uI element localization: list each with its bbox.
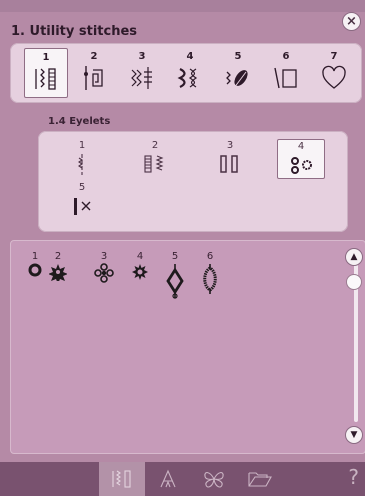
subcategory-item-2[interactable]: 2 [131,139,179,179]
category-number: 1 [42,52,50,63]
category-number: 7 [330,51,338,62]
close-button[interactable]: × [342,12,361,31]
help-button[interactable]: ? [348,467,359,487]
buttonhole-stitch-icon [274,67,297,89]
folder-icon [248,472,272,487]
subcategory-item-1[interactable]: 1 [58,139,106,179]
zigzag-stitch-icon [144,155,164,173]
arrow-up-icon: ▲ [350,251,358,262]
bottom-toolbar: ? [0,462,365,496]
sun-eyelet-icon [132,264,148,280]
stretch-stitch-icon [84,66,103,90]
tab-stitch-menu[interactable] [99,462,145,496]
stitch-6[interactable]: 6 [199,251,221,295]
tab-font-menu[interactable] [145,462,191,496]
stitch-number: 3 [100,251,108,262]
subcategory-panel: 1 2 3 4 5 [38,131,348,232]
stitch-number: 5 [171,251,179,262]
category-5[interactable]: 5 [216,48,260,98]
category-number: 5 [234,51,242,62]
category-2[interactable]: 2 [72,48,116,98]
stitch-number: 4 [136,251,144,262]
category-1[interactable]: 1 [24,48,68,98]
category-number: 3 [138,51,146,62]
bar-stitch-icon [220,155,238,173]
stitch-5[interactable]: 5 [164,251,186,299]
stitch-number: 6 [206,251,214,262]
subcategory-number: 2 [151,140,159,151]
bartack-stitch-icon [74,198,91,215]
subcategory-item-5[interactable]: 5 [58,181,106,221]
subcategory-number: 4 [297,141,305,152]
stitch-2[interactable]: 2 [47,251,69,281]
stitch-4[interactable]: 4 [129,251,151,281]
category-6[interactable]: 6 [264,48,308,98]
scrollbar-thumb[interactable] [346,274,362,290]
heart-stitch-icon [322,65,346,89]
subcategory-number: 3 [226,140,234,151]
subcategory-number: 5 [78,182,86,193]
category-3[interactable]: 3 [120,48,164,98]
satin-stitch-icon [177,68,198,88]
round-eyelet-icon [28,263,42,277]
stitch-3[interactable]: 3 [93,251,115,283]
stitch-number: 1 [31,251,39,262]
subcategory-number: 1 [78,140,86,151]
embroidery-menu-icon [204,472,224,488]
category-number: 6 [282,51,290,62]
category-4[interactable]: 4 [168,48,212,98]
eyelet-stitch-icon [291,157,312,174]
font-menu-icon [160,469,176,488]
subcategory-item-4[interactable]: 4 [277,139,325,179]
decorative-stitch-icon [226,70,248,89]
subcategory-item-3[interactable]: 3 [206,139,254,179]
flower-eyelet-icon [94,263,114,283]
straight-stitch-icon [78,154,83,175]
tab-embroidery-menu[interactable] [191,462,237,496]
subcategory-title: 1.4 Eyelets [48,116,111,127]
category-title: 1. Utility stitches [11,24,138,39]
category-bar: 1 2 3 4 5 6 7 [10,43,362,103]
category-7[interactable]: 7 [312,48,356,98]
stitch-menu-icon [112,470,131,488]
utility-stitch-icon [35,68,56,90]
stitch-1[interactable]: 1 [24,251,46,277]
help-icon: ? [348,465,359,489]
teardrop-eyelet-icon [166,264,184,299]
category-number: 4 [186,51,194,62]
category-number: 2 [90,51,98,62]
top-bar [0,0,365,12]
stitch-number: 2 [54,251,62,262]
close-icon: × [346,14,357,29]
scroll-up-button[interactable]: ▲ [345,248,363,266]
quilt-stitch-icon [131,67,152,89]
arrow-down-icon: ▼ [350,429,358,440]
oval-eyelet-icon [203,264,217,294]
scroll-down-button[interactable]: ▼ [345,426,363,444]
star-eyelet-icon [49,264,67,281]
tab-file-manager[interactable] [237,462,283,496]
